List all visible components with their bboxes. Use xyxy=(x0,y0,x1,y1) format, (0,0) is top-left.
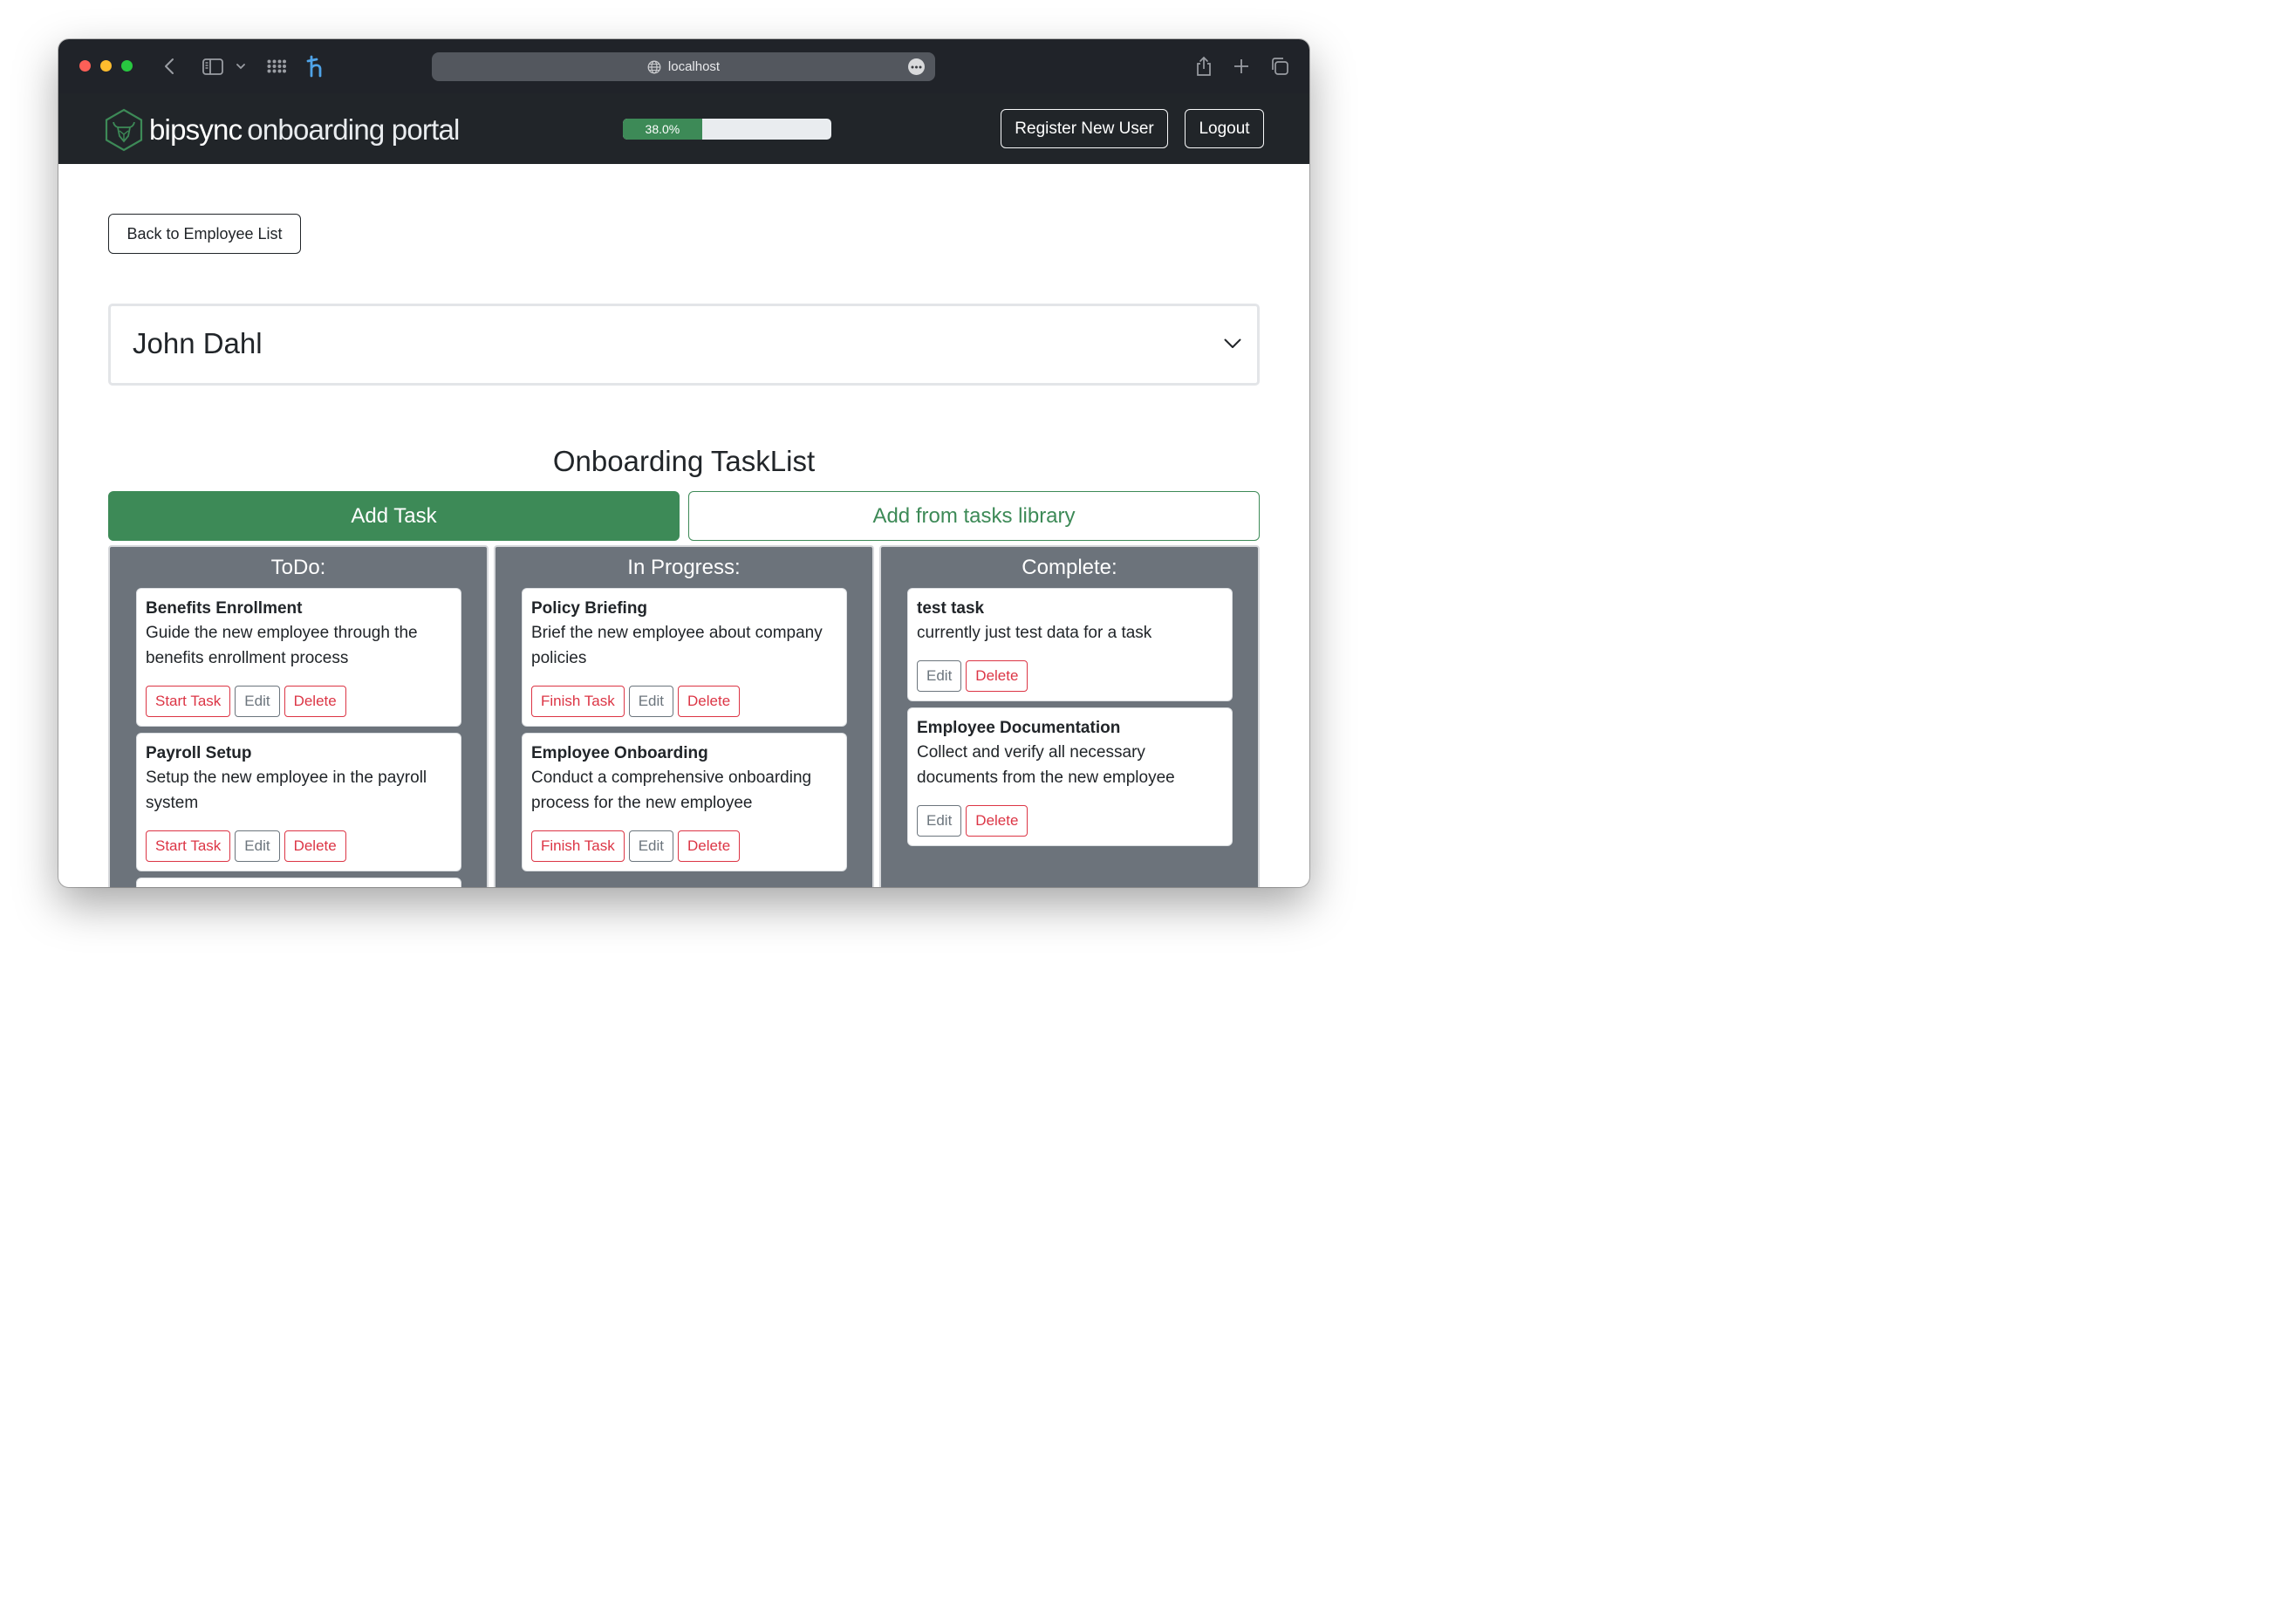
onboarding-progress: 38.0% xyxy=(623,119,831,140)
edit-task-button[interactable]: Edit xyxy=(235,686,280,717)
brand-name: bipsync xyxy=(149,113,243,146)
delete-task-button[interactable]: Delete xyxy=(678,830,741,862)
task-card: Policy Briefing Brief the new employee a… xyxy=(522,588,847,727)
delete-task-button[interactable]: Delete xyxy=(284,830,346,862)
column-title: ToDo: xyxy=(270,556,326,579)
task-card: Payroll Setup Setup the new employee in … xyxy=(136,733,461,871)
complete-column: Complete: test task currently just test … xyxy=(879,545,1260,887)
delete-task-button[interactable]: Delete xyxy=(966,660,1028,692)
task-card: test task currently just test data for a… xyxy=(907,588,1233,701)
in-progress-column: In Progress: Policy Briefing Brief the n… xyxy=(494,545,874,887)
task-description: Collect and verify all necessary documen… xyxy=(917,743,1175,787)
back-to-employee-list-button[interactable]: Back to Employee List xyxy=(108,214,301,254)
task-title: Employee Documentation xyxy=(917,719,1121,737)
column-title: Complete: xyxy=(1022,556,1117,579)
start-task-button[interactable]: Start Task xyxy=(146,830,231,862)
column-title: In Progress: xyxy=(627,556,741,579)
task-description: currently just test data for a task xyxy=(917,624,1152,642)
task-title: Employee Onboarding xyxy=(531,744,708,762)
brand-subtitle: onboarding portal xyxy=(247,113,460,146)
browser-toolbar: localhost xyxy=(58,39,1309,93)
task-card: Employee Documentation Collect and verif… xyxy=(907,707,1233,846)
address-bar[interactable]: localhost xyxy=(432,52,935,81)
employee-name: John Dahl xyxy=(133,327,263,359)
task-card: Benefits Enrollment Guide the new employ… xyxy=(136,588,461,727)
new-tab-plus-icon[interactable] xyxy=(1231,53,1252,79)
finish-task-button[interactable]: Finish Task xyxy=(531,686,625,717)
delete-task-button[interactable]: Delete xyxy=(966,805,1028,837)
tab-overview-grid-icon[interactable] xyxy=(266,53,287,79)
edit-task-button[interactable]: Edit xyxy=(628,830,674,862)
add-from-library-button[interactable]: Add from tasks library xyxy=(688,491,1260,541)
task-title: Benefits Enrollment xyxy=(146,599,303,618)
task-card-partial xyxy=(136,878,461,887)
sidebar-icon[interactable] xyxy=(202,53,224,79)
tabs-overview-icon[interactable] xyxy=(1269,53,1290,79)
h-extension-icon[interactable] xyxy=(305,53,326,79)
logout-button[interactable]: Logout xyxy=(1185,109,1264,148)
share-icon[interactable] xyxy=(1193,53,1214,79)
back-arrow-icon[interactable] xyxy=(160,53,179,79)
employee-accordion[interactable]: John Dahl xyxy=(108,304,1260,386)
task-description: Setup the new employee in the payroll sy… xyxy=(146,769,427,812)
edit-task-button[interactable]: Edit xyxy=(628,686,674,717)
task-card: Employee Onboarding Conduct a comprehens… xyxy=(522,733,847,871)
task-description: Conduct a comprehensive onboarding proce… xyxy=(531,769,812,812)
edit-task-button[interactable]: Edit xyxy=(235,830,280,862)
task-description: Guide the new employee through the benef… xyxy=(146,624,418,667)
start-task-button[interactable]: Start Task xyxy=(146,686,231,717)
task-title: test task xyxy=(917,599,985,618)
brand[interactable]: bipsync onboarding portal xyxy=(104,108,460,152)
minimize-window-button[interactable] xyxy=(100,60,112,72)
app-navbar: bipsync onboarding portal 38.0% Register… xyxy=(58,93,1309,164)
tasklist-title: Onboarding TaskList xyxy=(552,445,816,477)
chevron-down-icon[interactable] xyxy=(235,53,247,79)
task-title: Policy Briefing xyxy=(531,599,648,618)
browser-window: localhost bipsync onboarding portal 38.0… xyxy=(58,39,1309,887)
task-title: Payroll Setup xyxy=(146,744,252,762)
edit-task-button[interactable]: Edit xyxy=(917,805,962,837)
todo-column: ToDo: Benefits Enrollment Guide the new … xyxy=(108,545,489,887)
chevron-down-icon[interactable] xyxy=(1224,338,1241,353)
add-task-button[interactable]: Add Task xyxy=(108,491,680,541)
delete-task-button[interactable]: Delete xyxy=(678,686,741,717)
progress-bar-fill: 38.0% xyxy=(623,119,702,140)
finish-task-button[interactable]: Finish Task xyxy=(531,830,625,862)
close-window-button[interactable] xyxy=(79,60,91,72)
bull-logo-icon xyxy=(105,108,143,152)
edit-task-button[interactable]: Edit xyxy=(917,660,962,692)
globe-icon xyxy=(647,60,661,74)
more-options-icon[interactable] xyxy=(908,58,925,75)
url-text: localhost xyxy=(667,59,721,74)
task-description: Brief the new employee about company pol… xyxy=(531,624,823,667)
register-new-user-button[interactable]: Register New User xyxy=(1001,109,1168,148)
delete-task-button[interactable]: Delete xyxy=(284,686,346,717)
zoom-window-button[interactable] xyxy=(121,60,133,72)
